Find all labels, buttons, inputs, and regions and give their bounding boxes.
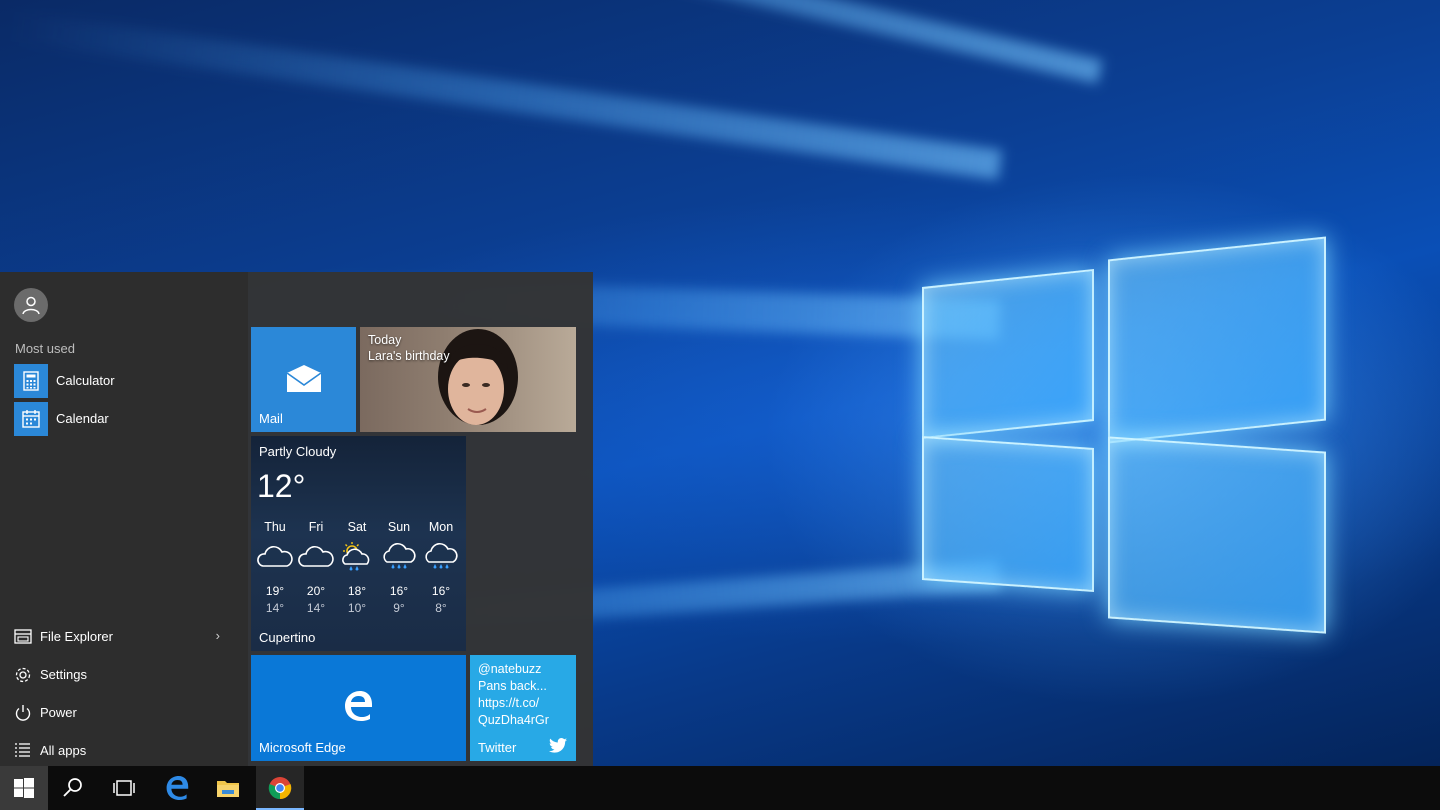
file-explorer-icon <box>14 629 32 644</box>
forecast-low: 9° <box>393 601 405 615</box>
task-view-button[interactable] <box>100 766 148 810</box>
user-account-button[interactable] <box>14 288 48 322</box>
app-label: Calendar <box>56 411 109 426</box>
chevron-right-icon[interactable]: › <box>216 628 220 643</box>
windows-logo-icon <box>14 778 34 798</box>
mail-tile[interactable]: Mail <box>251 327 356 432</box>
forecast-low: 14° <box>265 601 285 615</box>
edge-tile[interactable]: Microsoft Edge <box>251 655 466 761</box>
forecast-high: 16° <box>389 584 409 598</box>
forecast-low: 8° <box>435 601 447 615</box>
mail-tile-label: Mail <box>259 411 283 426</box>
cloudy-icon <box>298 546 334 567</box>
chrome-button[interactable] <box>256 766 304 810</box>
forecast-day: Mon <box>428 520 454 534</box>
tweet-text: @natebuzz Pans back... https://t.co/ Quz… <box>478 661 574 729</box>
edge-icon <box>166 776 189 800</box>
edge-tile-label: Microsoft Edge <box>259 740 346 755</box>
twitter-bird-icon <box>549 738 567 753</box>
search-icon <box>63 778 82 797</box>
calendar-photo-tile[interactable]: Today Lara's birthday <box>360 327 576 432</box>
mail-icon <box>286 365 322 392</box>
forecast-day: Sat <box>347 520 367 534</box>
weather-temperature: 12° <box>257 468 306 504</box>
tweet-line: https://t.co/ <box>478 696 540 710</box>
tweet-line: @natebuzz <box>478 662 542 676</box>
app-calendar[interactable]: Calendar <box>14 402 244 436</box>
weather-city: Cupertino <box>259 630 316 645</box>
most-used-heading: Most used <box>15 341 75 356</box>
forecast-day: Fri <box>308 520 324 534</box>
forecast-day: Thu <box>264 520 286 534</box>
all-apps-item[interactable]: All apps <box>14 737 234 763</box>
chrome-icon <box>268 777 292 800</box>
light-ray <box>7 10 1003 180</box>
gear-icon <box>15 667 31 683</box>
twitter-tile-label: Twitter <box>478 740 517 755</box>
forecast-high: 18° <box>347 584 367 598</box>
calculator-icon <box>14 364 48 398</box>
settings-label: Settings <box>40 667 87 682</box>
start-menu: Most used Calculator Calendar File Explo… <box>0 272 593 766</box>
person-photo <box>438 329 518 425</box>
start-menu-left-pane: Most used Calculator Calendar File Explo… <box>0 272 248 766</box>
user-icon <box>22 296 40 315</box>
start-button[interactable] <box>0 766 48 810</box>
calendar-icon <box>14 402 48 436</box>
twitter-tile[interactable]: @natebuzz Pans back... https://t.co/ Quz… <box>470 655 576 761</box>
tweet-line: Pans back... <box>478 679 547 693</box>
cloudy-icon <box>257 546 293 567</box>
power-icon <box>15 705 31 721</box>
app-label: Calculator <box>56 373 115 388</box>
list-icon <box>15 743 30 757</box>
photo-tile-event: Lara's birthday <box>368 349 450 363</box>
forecast-high: 19° <box>265 584 285 598</box>
photo-tile-day: Today <box>368 333 402 347</box>
weather-tile[interactable]: Partly Cloudy 12° Thu Fri Sat Sun Mon 19… <box>251 436 466 651</box>
forecast-high: 16° <box>431 584 451 598</box>
file-explorer-label: File Explorer <box>40 629 113 644</box>
edge-button[interactable] <box>153 766 201 810</box>
forecast-low: 14° <box>306 601 326 615</box>
forecast-high: 20° <box>306 584 326 598</box>
power-label: Power <box>40 705 77 720</box>
folder-icon <box>217 781 239 797</box>
all-apps-label: All apps <box>40 743 87 758</box>
weather-condition: Partly Cloudy <box>259 444 337 459</box>
app-calculator[interactable]: Calculator <box>14 364 244 398</box>
windows-logo-light <box>910 228 1340 648</box>
task-view-icon <box>113 780 135 796</box>
tweet-line: QuzDha4rGr <box>478 713 549 727</box>
search-button[interactable] <box>49 766 97 810</box>
sun-rain-icon <box>342 542 370 571</box>
forecast-day: Sun <box>387 520 411 534</box>
taskbar <box>0 766 1440 810</box>
file-explorer-button[interactable] <box>204 766 252 810</box>
edge-icon <box>345 691 372 721</box>
rain-icon <box>425 543 458 569</box>
rain-icon <box>383 543 416 569</box>
file-explorer-item[interactable]: File Explorer › <box>14 623 234 649</box>
forecast-low: 10° <box>347 601 367 615</box>
settings-item[interactable]: Settings <box>14 661 234 687</box>
power-item[interactable]: Power <box>14 699 234 725</box>
